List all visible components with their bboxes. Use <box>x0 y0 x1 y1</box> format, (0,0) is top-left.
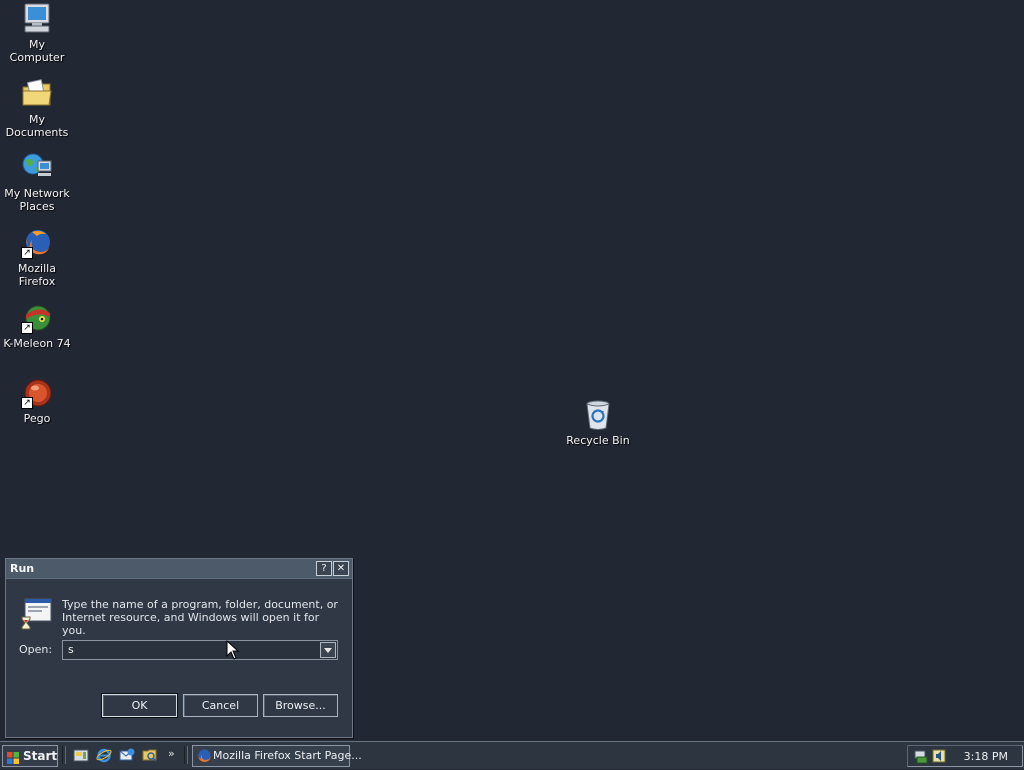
desktop-icon-k-meleon[interactable]: ↗ K-Meleon 74 <box>0 301 74 350</box>
run-dialog: Run ? ✕ Type the name of a program, fold… <box>5 558 353 738</box>
dropdown-arrow-icon[interactable] <box>320 642 336 658</box>
clock[interactable]: 3:18 PM <box>964 750 1008 763</box>
pego-icon: ↗ <box>20 376 54 410</box>
desktop-icon-my-computer[interactable]: My Computer <box>0 2 74 64</box>
network-places-icon <box>20 151 54 185</box>
open-input[interactable]: s <box>68 643 74 656</box>
open-label: Open: <box>19 643 53 656</box>
desktop-icon-pego[interactable]: ↗ Pego <box>0 376 74 425</box>
firefox-icon: ↗ <box>20 226 54 260</box>
show-desktop-icon[interactable] <box>73 747 89 763</box>
recycle-bin-icon <box>581 398 615 432</box>
shortcut-arrow-icon: ↗ <box>21 397 33 409</box>
desktop-icon-label: K-Meleon 74 <box>3 337 71 350</box>
run-program-icon <box>20 597 54 631</box>
browse-button[interactable]: Browse... <box>263 694 338 717</box>
quick-launch-overflow-button[interactable]: » <box>168 747 175 760</box>
desktop-icon-my-network-places[interactable]: My Network Places <box>0 151 74 213</box>
desktop-icon-label: Mozilla Firefox <box>18 262 56 288</box>
shortcut-arrow-icon: ↗ <box>21 322 33 334</box>
windows-logo-icon <box>7 750 19 764</box>
volume-tray-icon[interactable] <box>931 748 947 764</box>
desktop-icon-my-documents[interactable]: My Documents <box>0 77 74 139</box>
windows-explorer-icon[interactable] <box>142 747 158 763</box>
k-meleon-icon: ↗ <box>20 301 54 335</box>
dialog-description: Type the name of a program, folder, docu… <box>62 598 338 637</box>
shortcut-arrow-icon: ↗ <box>21 247 33 259</box>
firefox-icon <box>196 748 212 764</box>
help-button[interactable]: ? <box>316 561 332 576</box>
taskbar-button-firefox[interactable]: Mozilla Firefox Start Page... <box>192 745 362 767</box>
outlook-express-icon[interactable] <box>119 747 135 763</box>
taskbar: Start » Mozilla Firefox Start Page... 3:… <box>0 741 1024 769</box>
desktop-icon-label: Recycle Bin <box>566 434 630 447</box>
cancel-button[interactable]: Cancel <box>183 694 258 717</box>
start-label: Start <box>23 749 58 763</box>
computer-icon <box>20 2 54 36</box>
dialog-title: Run <box>10 562 35 575</box>
close-button[interactable]: ✕ <box>333 561 349 576</box>
ok-button[interactable]: OK <box>101 693 178 718</box>
taskbar-button-label: Mozilla Firefox Start Page... <box>213 749 362 762</box>
network-tray-icon[interactable] <box>913 748 929 764</box>
taskbar-separator <box>62 746 66 764</box>
desktop-icon-label: Pego <box>23 412 51 425</box>
desktop-icon-mozilla-firefox[interactable]: ↗ Mozilla Firefox <box>0 226 74 288</box>
folder-documents-icon <box>20 77 54 111</box>
internet-explorer-icon[interactable] <box>96 747 112 763</box>
start-button[interactable]: Start <box>2 745 58 767</box>
desktop-icon-label: My Documents <box>5 113 69 139</box>
system-tray: 3:18 PM <box>907 745 1023 767</box>
dialog-titlebar[interactable]: Run ? ✕ <box>6 559 352 579</box>
desktop-icon-recycle-bin[interactable]: Recycle Bin <box>561 398 635 447</box>
open-combobox[interactable]: s <box>62 640 338 660</box>
taskbar-separator <box>184 746 188 764</box>
mouse-cursor-icon <box>226 639 240 660</box>
desktop-icon-label: My Computer <box>9 38 65 64</box>
desktop-icon-label: My Network Places <box>4 187 70 213</box>
